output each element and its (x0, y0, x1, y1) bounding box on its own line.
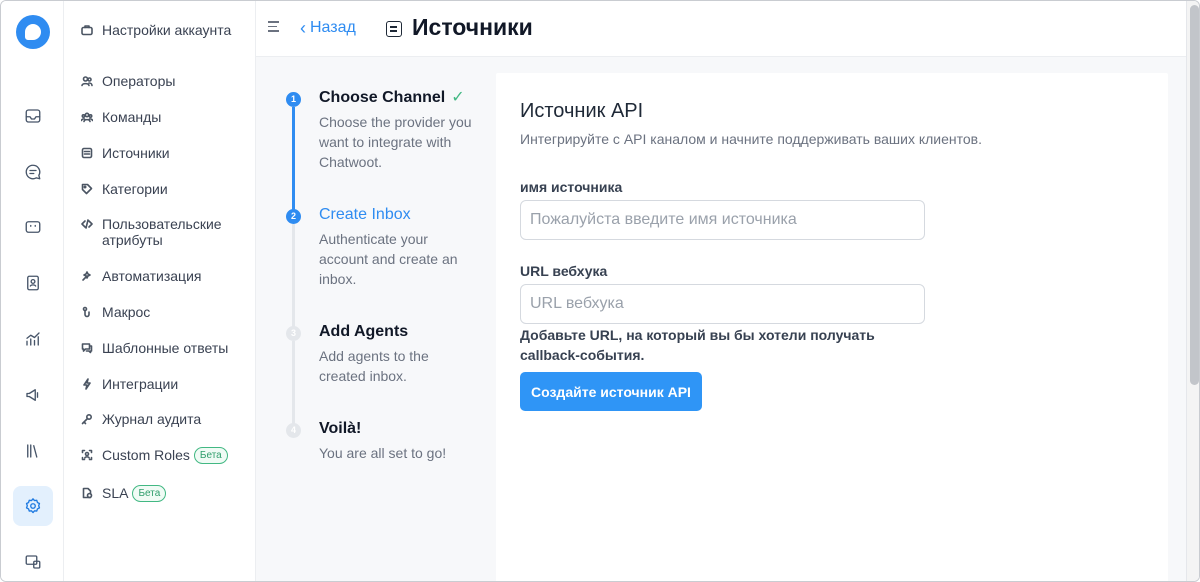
sidebar-item-canned-responses[interactable]: Шаблонные ответы (80, 340, 250, 356)
step-number: 4 (286, 423, 301, 438)
reports-icon[interactable] (13, 319, 53, 359)
chevron-left-icon: ‹ (300, 18, 306, 38)
screen-icon[interactable] (13, 542, 53, 581)
settings-sidebar: Настройки аккаунта Операторы Команды Ист… (64, 1, 256, 581)
inbox-name-input[interactable] (520, 200, 925, 240)
form-title: Источник API (520, 100, 644, 122)
library-icon[interactable] (13, 431, 53, 471)
roles-icon (80, 448, 94, 462)
sidebar-item-audit-log[interactable]: Журнал аудита (80, 411, 250, 427)
step-description: You are all set to go! (319, 445, 447, 461)
step-connector (292, 224, 295, 328)
webhook-url-input[interactable] (520, 284, 925, 324)
sidebar-item-label: Категории (102, 181, 168, 197)
app-window: Настройки аккаунта Операторы Команды Ист… (0, 0, 1200, 582)
checkmark-icon: ✓ (451, 89, 465, 106)
step-number: 1 (286, 92, 301, 107)
key-icon (80, 412, 94, 426)
lightning-icon (80, 377, 94, 391)
sidebar-item-label: Автоматизация (102, 268, 202, 284)
scrollbar[interactable] (1186, 1, 1199, 581)
sidebar-item-sla[interactable]: SLA Бета (80, 485, 250, 502)
step-connector (292, 341, 295, 425)
sidebar-item-label: SLA (102, 485, 129, 501)
inbox-icon (386, 21, 402, 37)
sidebar-item-label: Команды (102, 109, 162, 125)
webhook-url-label: URL вебхука (520, 263, 608, 279)
sidebar-item-label: Настройки аккаунта (102, 22, 232, 38)
settings-icon[interactable] (13, 486, 53, 526)
back-label: Назад (310, 19, 356, 36)
create-api-inbox-button[interactable]: Создайте источник API (520, 372, 702, 411)
team-icon (80, 110, 94, 124)
sidebar-item-label: Интеграции (102, 376, 179, 392)
form-description: Интегрируйте с API каналом и начните под… (520, 131, 983, 147)
primary-nav-rail (1, 1, 64, 581)
step-description: Authenticate your account and create an … (319, 231, 458, 287)
sidebar-item-label: Шаблонные ответы (102, 340, 229, 356)
step-add-agents: 3 Add Agents Add agents to the created i… (286, 321, 486, 425)
inbox-icon[interactable] (13, 96, 53, 136)
bot-icon[interactable] (13, 207, 53, 247)
step-number: 3 (286, 326, 301, 341)
step-description: Choose the provider you want to integrat… (319, 114, 472, 170)
logo[interactable] (16, 15, 50, 49)
step-title: Create Inbox (319, 206, 411, 223)
sidebar-item-teams[interactable]: Команды (80, 109, 250, 125)
macro-icon (80, 305, 94, 319)
menu-toggle-icon[interactable] (268, 21, 282, 35)
webhook-help-text: Добавьте URL, на который вы бы хотели по… (520, 327, 875, 363)
scrollbar-thumb[interactable] (1190, 5, 1199, 385)
sidebar-item-labels[interactable]: Категории (80, 181, 250, 197)
page-title: Источники (412, 14, 533, 40)
sidebar-item-custom-attributes[interactable]: Пользовательские атрибуты (80, 216, 250, 248)
inbox-icon (80, 146, 94, 160)
campaigns-icon[interactable] (13, 375, 53, 415)
wizard-steps: 1 Choose Channel ✓ Choose the provider yo… (286, 87, 486, 478)
step-choose-channel: 1 Choose Channel ✓ Choose the provider yo… (286, 87, 486, 211)
sla-icon (80, 486, 94, 500)
inbox-name-label: имя источника (520, 179, 623, 195)
step-title: Voilà! (319, 420, 362, 437)
api-inbox-form: Источник API Интегрируйте с API каналом … (496, 73, 1168, 581)
main-content: 1 Choose Channel ✓ Choose the provider yo… (256, 57, 1186, 581)
people-icon (80, 74, 94, 88)
beta-badge: Бета (193, 447, 228, 464)
step-title: Choose Channel ✓ (319, 89, 465, 106)
sidebar-item-label: Операторы (102, 73, 176, 89)
briefcase-icon (80, 23, 94, 37)
sidebar-item-custom-roles[interactable]: Custom Roles Бета (80, 447, 250, 464)
chat-icon (80, 341, 94, 355)
sidebar-item-label: Макрос (102, 304, 151, 320)
sidebar-item-integrations[interactable]: Интеграции (80, 376, 250, 392)
step-description: Add agents to the created inbox. (319, 348, 429, 384)
sidebar-item-macros[interactable]: Макрос (80, 304, 250, 320)
step-title: Add Agents (319, 323, 409, 340)
beta-badge: Бета (132, 485, 167, 502)
sidebar-item-label: Custom Roles (102, 447, 190, 463)
sidebar-item-label: Журнал аудита (102, 411, 202, 427)
page-header: ‹ Назад Источники (256, 1, 1186, 57)
step-number: 2 (286, 209, 301, 224)
sidebar-item-account-settings[interactable]: Настройки аккаунта (80, 22, 250, 38)
step-connector (292, 107, 295, 211)
code-icon (80, 217, 94, 231)
contacts-icon[interactable] (13, 263, 53, 303)
step-voila: 4 Voilà! You are all set to go! (286, 418, 486, 478)
conversations-icon[interactable] (13, 152, 53, 192)
step-create-inbox: 2 Create Inbox Authenticate your account… (286, 204, 486, 328)
sidebar-item-label: Источники (102, 145, 170, 161)
sidebar-item-automation[interactable]: Автоматизация (80, 268, 250, 284)
automation-icon (80, 269, 94, 283)
tag-icon (80, 182, 94, 196)
back-button[interactable]: ‹ Назад (300, 19, 356, 37)
sidebar-item-agents[interactable]: Операторы (80, 73, 250, 89)
sidebar-item-inboxes[interactable]: Источники (80, 145, 250, 161)
sidebar-item-label: Пользовательские атрибуты (102, 216, 222, 248)
